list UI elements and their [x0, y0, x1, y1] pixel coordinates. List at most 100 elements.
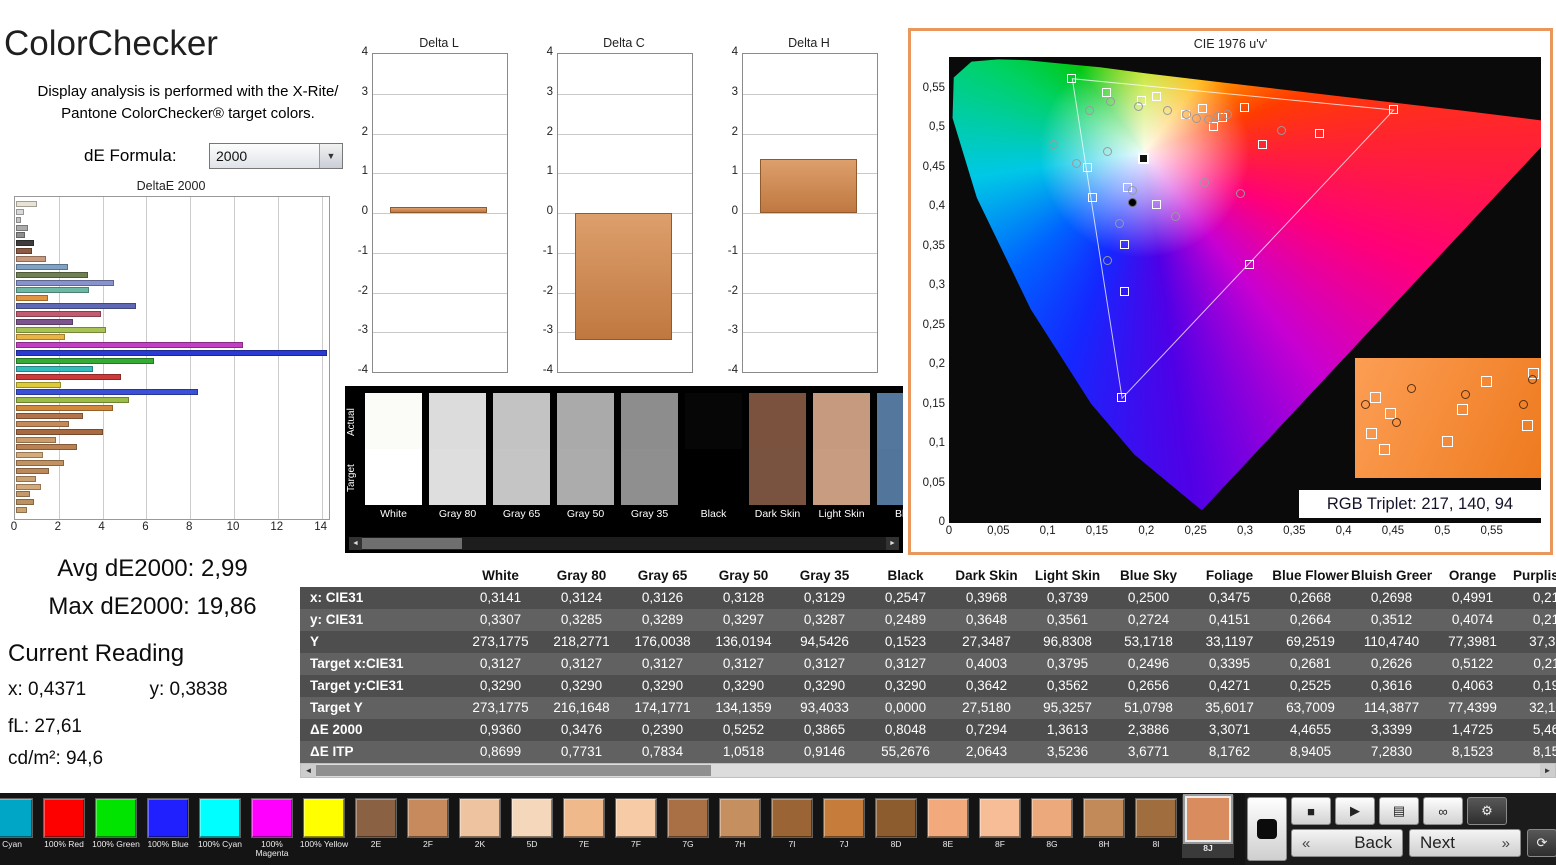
- swatch-white: White: [365, 393, 422, 520]
- dropdown-arrow-icon[interactable]: ▼: [319, 144, 342, 168]
- patch-8h[interactable]: 8H: [1078, 795, 1130, 858]
- scroll-right-icon[interactable]: ►: [1540, 764, 1555, 777]
- patch-7e[interactable]: 7E: [558, 795, 610, 858]
- patch-8i[interactable]: 8I: [1130, 795, 1182, 858]
- table-scrollbar[interactable]: ◄ ►: [300, 763, 1556, 778]
- swatch-label: Gray 35: [621, 508, 678, 520]
- table-cell: 0,2724: [1108, 609, 1189, 631]
- scroll-right-icon[interactable]: ►: [886, 537, 899, 550]
- patch-label: 100% Red: [38, 840, 90, 849]
- table-cell: 93,4033: [784, 697, 865, 719]
- gridline: [373, 94, 507, 95]
- save-button[interactable]: ▤: [1379, 797, 1419, 825]
- x-tick-label: 0,15: [1079, 525, 1115, 537]
- patch-label: 8I: [1130, 840, 1182, 849]
- x-tick-label: 0,4: [1326, 525, 1362, 537]
- table-cell: 0,8699: [460, 741, 541, 763]
- table-cell: 0,2150: [1513, 609, 1556, 631]
- stop-button[interactable]: ■: [1291, 797, 1331, 825]
- table-cell: 1,4725: [1432, 719, 1513, 741]
- target-square: [1088, 193, 1097, 202]
- de-bar: [16, 452, 43, 458]
- cie-diagram-title: CIE 1976 u'v': [911, 37, 1550, 51]
- back-button[interactable]: « Back: [1291, 829, 1403, 857]
- table-cell: 0,3297: [703, 609, 784, 631]
- y-tick-label: 1: [732, 165, 738, 177]
- patch-100-red[interactable]: 100% Red: [38, 795, 90, 858]
- table-cell: 0,1523: [865, 631, 946, 653]
- y-tick-label: 3: [362, 86, 368, 98]
- scroll-left-icon[interactable]: ◄: [349, 537, 362, 550]
- gridline: [373, 332, 507, 333]
- patch-7g[interactable]: 7G: [662, 795, 714, 858]
- delta-l-chart: Delta L 43210-1-2-3-4: [355, 36, 510, 388]
- table-cell: 0,5122: [1432, 653, 1513, 675]
- x-tick-label: 0,5: [1424, 525, 1460, 537]
- settings-button[interactable]: ⚙: [1467, 797, 1507, 825]
- play-button[interactable]: ▶: [1335, 797, 1375, 825]
- y-tick-label: 0,05: [923, 477, 945, 489]
- table-cell: 114,3877: [1351, 697, 1432, 719]
- table-cell: 69,2519: [1270, 631, 1351, 653]
- link-button[interactable]: ∞: [1423, 797, 1463, 825]
- patch-label: 2E: [350, 840, 402, 849]
- target-square: [1152, 92, 1161, 101]
- patch-100-yellow[interactable]: 100% Yellow: [298, 795, 350, 858]
- table-cell: 8,1762: [1189, 741, 1270, 763]
- delta-bar: [760, 159, 856, 213]
- delta-l-plot: [372, 53, 508, 373]
- patch-5d[interactable]: 5D: [506, 795, 558, 858]
- gridline: [373, 134, 507, 135]
- swatch-scrollbar[interactable]: ◄ ►: [349, 537, 899, 550]
- x-tick-label: 8: [179, 521, 199, 533]
- table-cell: 0,3395: [1189, 653, 1270, 675]
- gridline: [373, 213, 507, 214]
- refresh-button[interactable]: ⟳: [1527, 829, 1556, 857]
- y-tick-label: -3: [358, 324, 368, 336]
- table-scrollbar-thumb[interactable]: [316, 765, 711, 776]
- patch-2f[interactable]: 2F: [402, 795, 454, 858]
- patch-8f[interactable]: 8F: [974, 795, 1026, 858]
- patch-100-cyan[interactable]: 100% Cyan: [194, 795, 246, 858]
- measured-circle: [1223, 110, 1232, 119]
- patch-7j[interactable]: 7J: [818, 795, 870, 858]
- patch-cyan[interactable]: Cyan: [0, 795, 38, 858]
- description-line-2: Pantone ColorChecker® target colors.: [28, 105, 348, 122]
- max-de2000-reading: Max dE2000: 19,86: [0, 593, 305, 621]
- patch-8d[interactable]: 8D: [870, 795, 922, 858]
- patch-8e[interactable]: 8E: [922, 795, 974, 858]
- patch-100-green[interactable]: 100% Green: [90, 795, 142, 858]
- swatch-scrollbar-thumb[interactable]: [362, 538, 462, 549]
- swatch-blue: Blue: [877, 393, 903, 520]
- next-button[interactable]: Next »: [1409, 829, 1521, 857]
- patch-7h[interactable]: 7H: [714, 795, 766, 858]
- cie-zoom-inset: [1355, 358, 1541, 478]
- patch-8g[interactable]: 8G: [1026, 795, 1078, 858]
- pattern-window-button[interactable]: [1247, 797, 1287, 861]
- patch-2k[interactable]: 2K: [454, 795, 506, 858]
- patch-100-magenta[interactable]: 100% Magenta: [246, 795, 298, 858]
- scroll-left-icon[interactable]: ◄: [301, 764, 316, 777]
- patch-color-swatch: [1135, 798, 1177, 838]
- de-bar: [16, 476, 36, 482]
- patch-2e[interactable]: 2E: [350, 795, 402, 858]
- x-tick-label: 0: [4, 521, 24, 533]
- measured-circle: [1106, 97, 1115, 106]
- de-bar: [16, 358, 154, 364]
- measured-circle: [1085, 106, 1094, 115]
- table-cell: 0,2525: [1270, 675, 1351, 697]
- patch-7f[interactable]: 7F: [610, 795, 662, 858]
- patch-7i[interactable]: 7I: [766, 795, 818, 858]
- table-cell: 8,1547: [1513, 741, 1556, 763]
- actual-swatch: [685, 393, 742, 449]
- patch-8j[interactable]: 8J: [1182, 795, 1234, 858]
- de-formula-dropdown[interactable]: 2000 ▼: [209, 143, 343, 169]
- y-tick-label: 3: [547, 86, 553, 98]
- target-swatch: [493, 449, 550, 505]
- patch-100-blue[interactable]: 100% Blue: [142, 795, 194, 858]
- table-cell: 55,2676: [865, 741, 946, 763]
- row-label: ΔE 2000: [300, 719, 460, 741]
- table-cell: 0,3287: [784, 609, 865, 631]
- de-bar: [16, 491, 30, 497]
- swatch-label: White: [365, 508, 422, 520]
